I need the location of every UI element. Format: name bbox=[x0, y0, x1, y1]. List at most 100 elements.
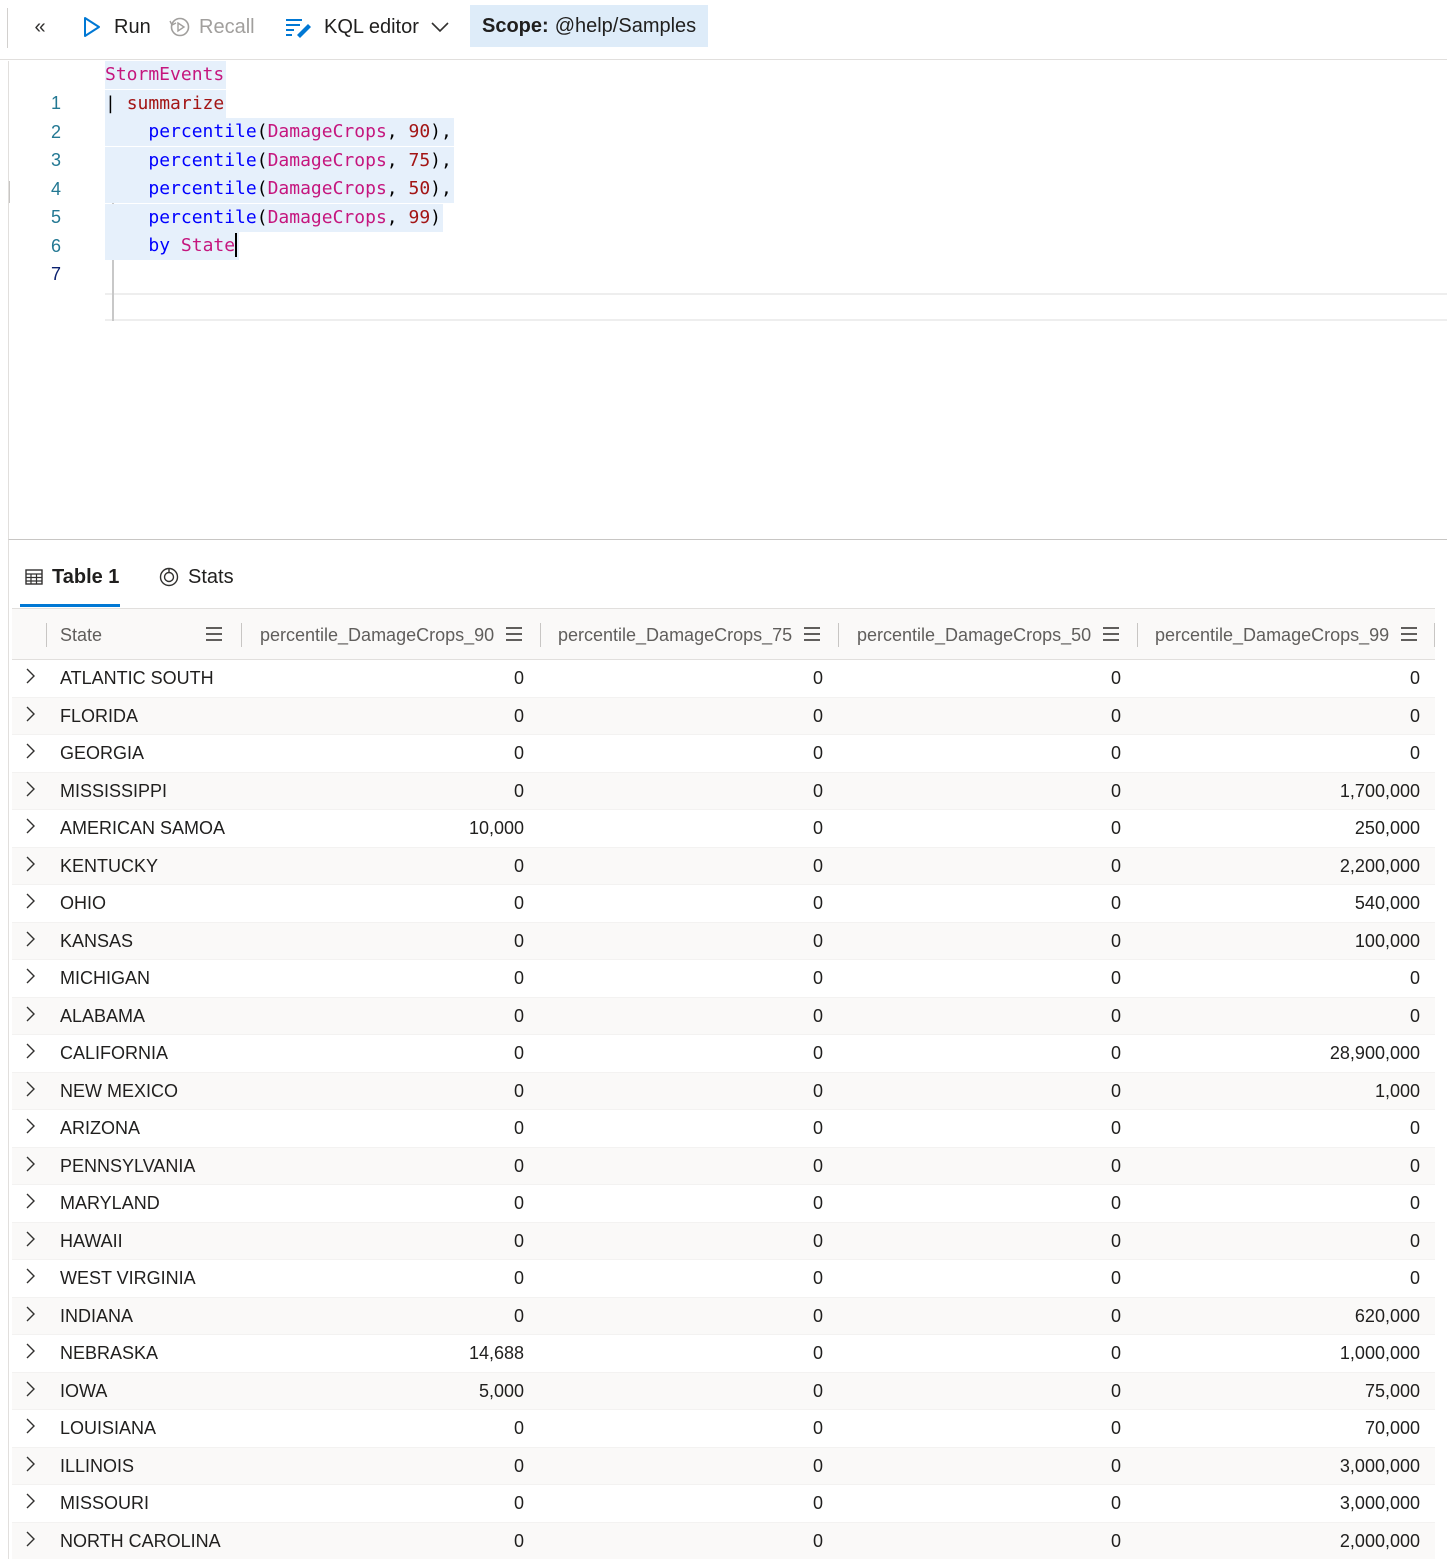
recall-button[interactable]: Recall bbox=[169, 8, 255, 46]
table-row[interactable]: ATLANTIC SOUTH 0 0 0 0 bbox=[12, 660, 1435, 698]
column-menu-icon[interactable] bbox=[804, 627, 820, 641]
cell-percentile-50: 0 bbox=[1110, 780, 1121, 801]
cell-percentile-99: 0 bbox=[1409, 668, 1420, 688]
expand-row-chevron-icon[interactable] bbox=[22, 1341, 38, 1361]
cell-percentile-99: 0 bbox=[1409, 1005, 1420, 1026]
expand-row-chevron-icon[interactable] bbox=[22, 741, 38, 761]
editor-mode-dropdown[interactable]: KQL editor bbox=[284, 8, 449, 46]
column-header-label: percentile_DamageCrops_90 bbox=[260, 624, 495, 645]
play-icon bbox=[84, 17, 100, 37]
table-row[interactable]: GEORGIA 0 0 0 0 bbox=[12, 735, 1435, 773]
table-row[interactable]: LOUISIANA 0 0 0 70,000 bbox=[12, 1410, 1435, 1448]
tab-stats[interactable]: Stats bbox=[159, 560, 234, 594]
column-token: DamageCrops bbox=[267, 207, 387, 228]
expand-row-chevron-icon[interactable] bbox=[22, 1529, 38, 1549]
function-token: percentile bbox=[148, 150, 257, 171]
expand-row-chevron-icon[interactable] bbox=[22, 929, 38, 949]
cell-percentile-90: 0 bbox=[513, 1530, 524, 1551]
expand-row-chevron-icon[interactable] bbox=[22, 1154, 38, 1174]
column-header-label: percentile_DamageCrops_99 bbox=[1155, 624, 1390, 645]
column-menu-icon[interactable] bbox=[1103, 627, 1119, 641]
table-row[interactable]: OHIO 0 0 0 540,000 bbox=[12, 885, 1435, 923]
results-grid: State percentile_DamageCrops_90 percenti… bbox=[12, 608, 1435, 1559]
cell-percentile-50: 0 bbox=[1110, 1530, 1121, 1551]
expand-row-chevron-icon[interactable] bbox=[22, 966, 38, 986]
table-row[interactable]: WEST VIRGINIA 0 0 0 0 bbox=[12, 1260, 1435, 1298]
cell-percentile-99: 3,000,000 bbox=[1339, 1455, 1420, 1476]
active-tab-indicator bbox=[20, 604, 120, 607]
collapse-panel-button[interactable]: « bbox=[26, 8, 54, 46]
column-header-p90[interactable]: percentile_DamageCrops_90 bbox=[260, 609, 540, 661]
expand-row-chevron-icon[interactable] bbox=[22, 1454, 38, 1474]
table-row[interactable]: KENTUCKY 0 0 0 2,200,000 bbox=[12, 847, 1435, 885]
table-row[interactable]: KANSAS 0 0 0 100,000 bbox=[12, 922, 1435, 960]
table-row[interactable]: NORTH CAROLINA 0 0 0 2,000,000 bbox=[12, 1522, 1435, 1559]
column-header-state[interactable]: State bbox=[60, 609, 240, 661]
table-row[interactable]: NEW MEXICO 0 0 0 1,000 bbox=[12, 1072, 1435, 1110]
table-row[interactable]: NEBRASKA 14,688 0 0 1,000,000 bbox=[12, 1335, 1435, 1373]
column-divider[interactable] bbox=[241, 623, 242, 647]
table-row[interactable]: FLORIDA 0 0 0 0 bbox=[12, 697, 1435, 735]
column-menu-icon[interactable] bbox=[506, 627, 522, 641]
expand-row-chevron-icon[interactable] bbox=[22, 666, 38, 686]
table-row[interactable]: INDIANA 0 0 0 620,000 bbox=[12, 1297, 1435, 1335]
column-header-p50[interactable]: percentile_DamageCrops_50 bbox=[857, 609, 1137, 661]
cell-percentile-50: 0 bbox=[1110, 1043, 1121, 1063]
cell-percentile-75: 0 bbox=[812, 1080, 823, 1101]
expand-row-chevron-icon[interactable] bbox=[22, 704, 38, 724]
table-row[interactable]: HAWAII 0 0 0 0 bbox=[12, 1222, 1435, 1260]
column-divider[interactable] bbox=[1434, 623, 1435, 647]
function-token: percentile bbox=[148, 178, 257, 199]
table-row[interactable]: AMERICAN SAMOA 10,000 0 0 250,000 bbox=[12, 810, 1435, 848]
cell-percentile-75: 0 bbox=[812, 1343, 823, 1363]
expand-row-chevron-icon[interactable] bbox=[22, 1229, 38, 1249]
column-menu-icon[interactable] bbox=[1401, 627, 1417, 641]
column-divider[interactable] bbox=[1137, 623, 1138, 647]
cell-percentile-90: 0 bbox=[513, 780, 524, 801]
expand-row-chevron-icon[interactable] bbox=[22, 1041, 38, 1061]
cell-state: MISSOURI bbox=[60, 1493, 150, 1513]
table-row[interactable]: CALIFORNIA 0 0 0 28,900,000 bbox=[12, 1035, 1435, 1073]
cell-percentile-75: 0 bbox=[812, 1193, 823, 1213]
table-row[interactable]: ALABAMA 0 0 0 0 bbox=[12, 997, 1435, 1035]
table-row[interactable]: MISSOURI 0 0 0 3,000,000 bbox=[12, 1485, 1435, 1523]
table-row[interactable]: IOWA 5,000 0 0 75,000 bbox=[12, 1372, 1435, 1410]
cell-state: ATLANTIC SOUTH bbox=[60, 668, 214, 688]
cell-state: GEORGIA bbox=[60, 743, 145, 763]
expand-row-chevron-icon[interactable] bbox=[22, 1079, 38, 1099]
scope-value: @help/Samples bbox=[554, 14, 697, 37]
expand-row-chevron-icon[interactable] bbox=[22, 1416, 38, 1436]
cell-percentile-50: 0 bbox=[1110, 818, 1121, 838]
expand-row-chevron-icon[interactable] bbox=[22, 816, 38, 836]
table-row[interactable]: MICHIGAN 0 0 0 0 bbox=[12, 960, 1435, 998]
text-cursor bbox=[235, 232, 238, 257]
scope-indicator[interactable]: Scope: @help/Samples bbox=[470, 5, 708, 47]
expand-row-chevron-icon[interactable] bbox=[22, 1491, 38, 1511]
run-button[interactable]: Run bbox=[82, 8, 151, 46]
column-header-p75[interactable]: percentile_DamageCrops_75 bbox=[558, 609, 838, 661]
tab-table-1[interactable]: Table 1 bbox=[25, 560, 119, 594]
table-row[interactable]: MISSISSIPPI 0 0 0 1,700,000 bbox=[12, 772, 1435, 810]
cell-percentile-90: 0 bbox=[513, 705, 524, 726]
table-row[interactable]: MARYLAND 0 0 0 0 bbox=[12, 1185, 1435, 1223]
column-divider[interactable] bbox=[838, 623, 839, 647]
cell-percentile-90: 0 bbox=[513, 1418, 524, 1438]
table-row[interactable]: ILLINOIS 0 0 0 3,000,000 bbox=[12, 1447, 1435, 1485]
table-row[interactable]: PENNSYLVANIA 0 0 0 0 bbox=[12, 1147, 1435, 1185]
cell-percentile-99: 0 bbox=[1409, 1268, 1420, 1288]
cell-state: ALABAMA bbox=[60, 1005, 146, 1026]
expand-row-chevron-icon[interactable] bbox=[22, 1266, 38, 1286]
column-menu-icon[interactable] bbox=[206, 627, 222, 641]
column-header-p99[interactable]: percentile_DamageCrops_99 bbox=[1155, 609, 1435, 661]
column-divider[interactable] bbox=[540, 623, 541, 647]
expand-row-chevron-icon[interactable] bbox=[22, 1116, 38, 1136]
query-editor[interactable]: 1 StormEvents 2 | summarize 3 percentile… bbox=[8, 61, 1447, 539]
expand-row-chevron-icon[interactable] bbox=[22, 854, 38, 874]
expand-row-chevron-icon[interactable] bbox=[22, 1304, 38, 1324]
expand-row-chevron-icon[interactable] bbox=[22, 1379, 38, 1399]
expand-row-chevron-icon[interactable] bbox=[22, 891, 38, 911]
table-row[interactable]: ARIZONA 0 0 0 0 bbox=[12, 1110, 1435, 1148]
expand-row-chevron-icon[interactable] bbox=[22, 1004, 38, 1024]
expand-row-chevron-icon[interactable] bbox=[22, 1191, 38, 1211]
expand-row-chevron-icon[interactable] bbox=[22, 779, 38, 799]
